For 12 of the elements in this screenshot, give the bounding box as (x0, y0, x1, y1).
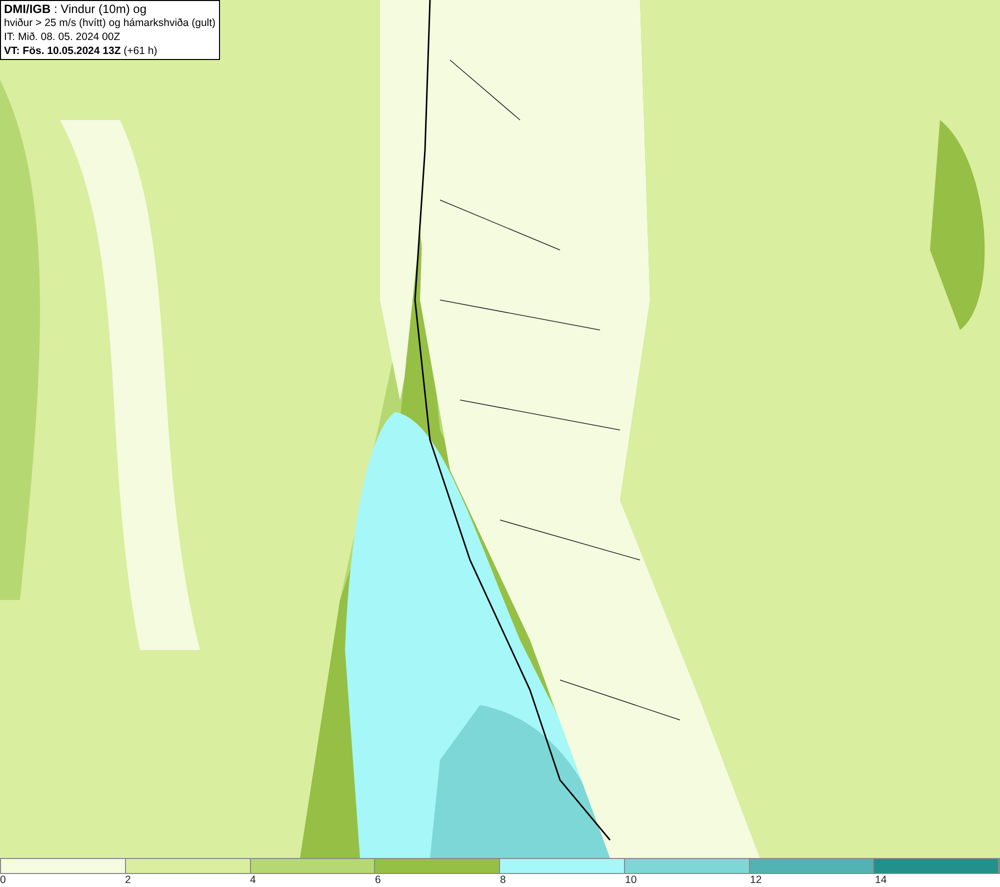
info-text: hviður > 25 m/s (hvítt) og hámarkshviða (gult) (4, 16, 216, 30)
legend-tick-label: 6 (375, 874, 381, 887)
legend-tick-label: 14 (875, 874, 887, 887)
legend-tick-label: 8 (500, 874, 506, 887)
legend-tick-label: 0 (0, 874, 6, 887)
info-text: DMI/IGB : Vindur (10m) og (4, 2, 148, 16)
info-text: IT: Mið. 08. 05. 2024 00Z (4, 30, 122, 44)
legend-tick-label: 10 (625, 874, 637, 887)
info-text: VT: Fös. 10.05.2024 13Z (+61 h) (4, 44, 158, 58)
legend-tick-label: 12 (750, 874, 762, 887)
legend-tick-label: 2 (125, 874, 131, 887)
legend-tick-label: 4 (250, 874, 256, 887)
